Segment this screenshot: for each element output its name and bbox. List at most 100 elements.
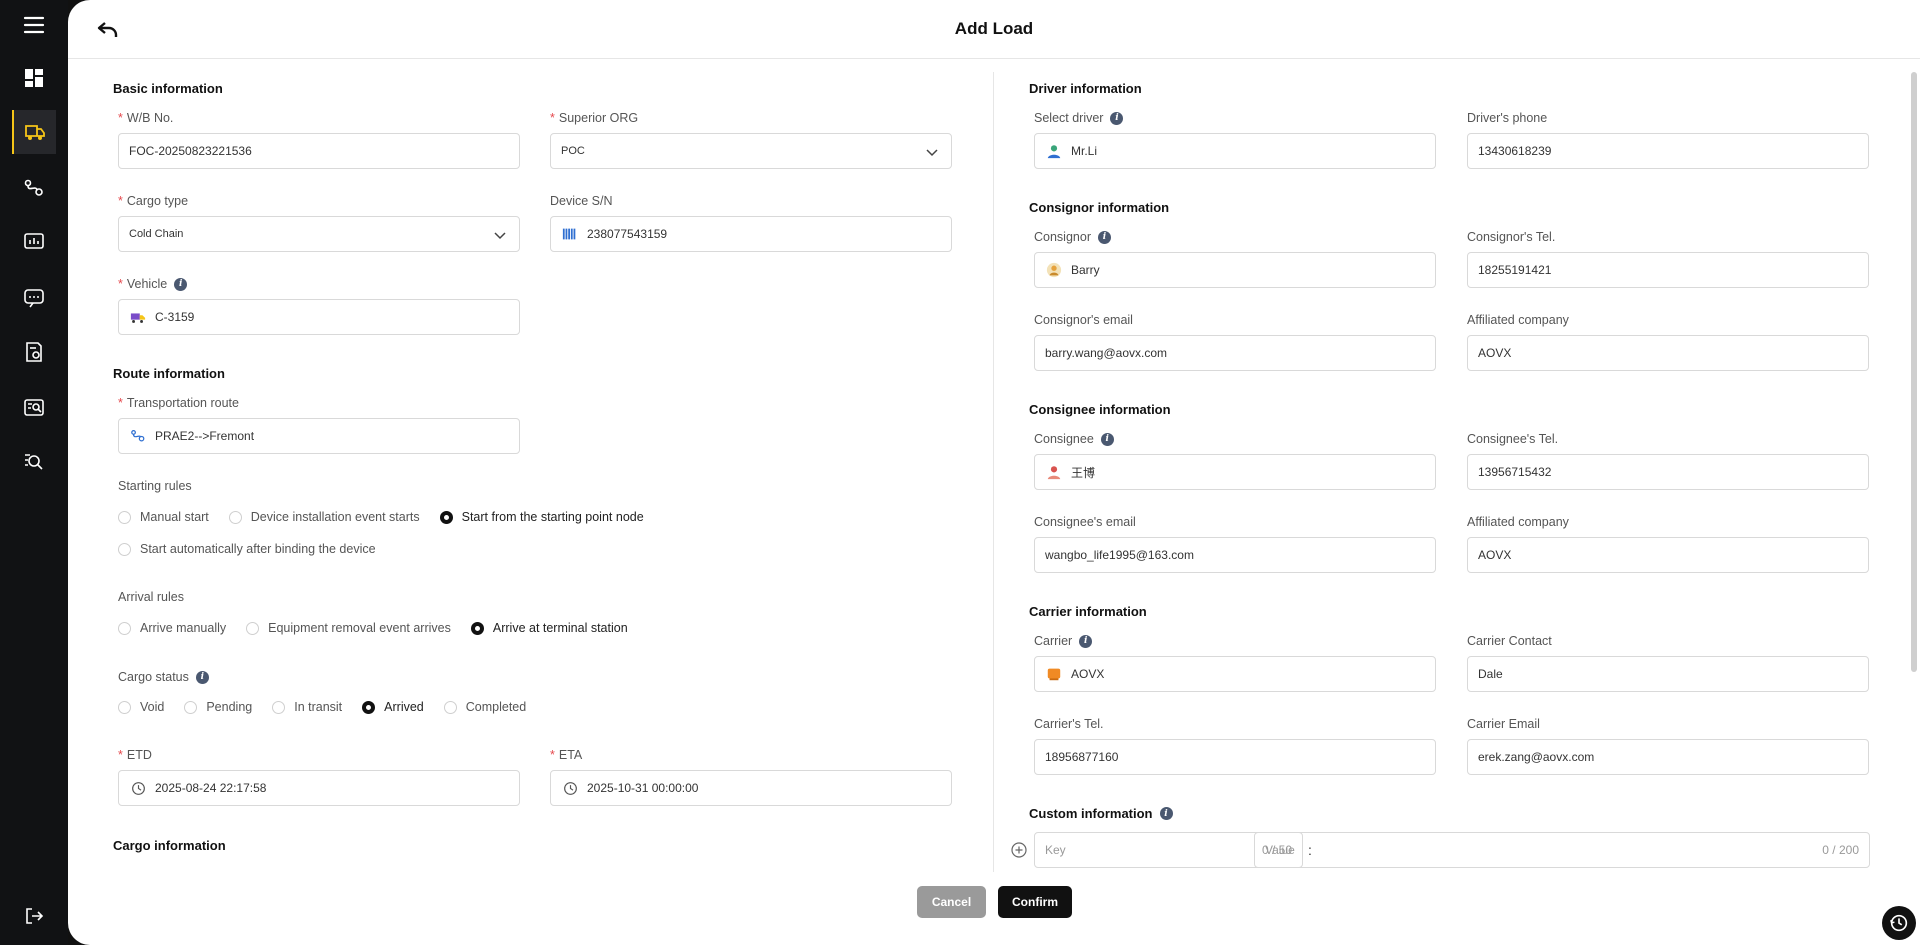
consignor-field[interactable]: Barry — [1034, 252, 1436, 288]
eta-field[interactable]: 2025-10-31 00:00:00 — [550, 770, 952, 806]
superior-org-select[interactable]: POC — [550, 133, 952, 169]
driver-phone-label: Driver's phone — [1467, 111, 1548, 125]
consignee-tel-field[interactable]: 13956715432 — [1467, 454, 1869, 490]
consignee-email-field[interactable]: wangbo_life1995@163.com — [1034, 537, 1436, 573]
carrier-tel-field[interactable]: 18956877160 — [1034, 739, 1436, 775]
route-info-title: Route information — [113, 366, 225, 381]
arrival-rules-group: Arrive manually Equipment removal event … — [118, 621, 648, 635]
select-driver-field[interactable]: Mr.Li — [1034, 133, 1436, 169]
sidebar — [0, 0, 68, 945]
chat-icon[interactable] — [12, 276, 56, 320]
radio-manual-start[interactable]: Manual start — [118, 510, 209, 524]
barcode-icon — [561, 225, 579, 243]
history-icon[interactable] — [1882, 906, 1916, 940]
add-custom-field-icon[interactable] — [1011, 842, 1027, 858]
monitor-icon[interactable] — [12, 220, 56, 264]
chevron-down-icon — [494, 232, 506, 240]
info-icon[interactable]: i — [1110, 111, 1124, 125]
eta-label: * ETA — [550, 748, 583, 762]
carrier-email-label: Carrier Email — [1467, 717, 1540, 731]
info-icon[interactable]: i — [1159, 807, 1173, 820]
truck-load-icon[interactable] — [12, 110, 56, 154]
info-icon[interactable]: i — [1100, 432, 1114, 446]
radio-device-installation[interactable]: Device installation event starts — [228, 510, 420, 524]
page-title: Add Load — [954, 19, 1034, 38]
info-icon[interactable]: i — [1079, 634, 1093, 648]
consignor-label: Consignor i — [1034, 230, 1111, 244]
cargo-type-select[interactable]: Cold Chain — [118, 216, 520, 252]
column-divider — [993, 72, 994, 872]
radio-void[interactable]: Void — [118, 700, 164, 714]
select-driver-label: Select driver i — [1034, 111, 1124, 125]
consignor-info-title: Consignor information — [1029, 200, 1170, 215]
radio-equipment-removal[interactable]: Equipment removal event arrives — [246, 621, 451, 635]
radio-arrive-manually[interactable]: Arrive manually — [118, 621, 226, 635]
starting-rules-group-2: Start automatically after binding the de… — [118, 542, 396, 556]
consignee-field[interactable]: 王博 — [1034, 454, 1436, 490]
radio-start-after-binding[interactable]: Start automatically after binding the de… — [118, 542, 376, 556]
radio-arrived[interactable]: Arrived — [362, 700, 424, 714]
consignor-email-field[interactable]: barry.wang@aovx.com — [1034, 335, 1436, 371]
radio-arrive-terminal[interactable]: Arrive at terminal station — [470, 621, 628, 635]
carrier-icon — [1045, 665, 1063, 683]
basic-info-title: Basic information — [113, 81, 223, 96]
radio-pending[interactable]: Pending — [184, 700, 252, 714]
info-icon[interactable]: i — [174, 277, 188, 291]
cargo-status-group: Void Pending In transit Arrived Complete… — [118, 700, 546, 714]
search-report-icon[interactable] — [12, 440, 56, 484]
consignor-tel-field[interactable]: 18255191421 — [1467, 252, 1869, 288]
org-label: * Superior ORG — [550, 111, 639, 125]
cancel-button[interactable]: Cancel — [917, 886, 986, 918]
carrier-info-title: Carrier information — [1029, 604, 1147, 619]
scrollbar[interactable] — [1911, 72, 1917, 672]
clock-icon — [561, 779, 579, 797]
etd-field[interactable]: 2025-08-24 22:17:58 — [118, 770, 520, 806]
vehicle-icon — [129, 308, 147, 326]
consignor-email-label: Consignor's email — [1034, 313, 1133, 327]
custom-info-title: Custom information i — [1029, 806, 1173, 821]
route-label: * Transportation route — [118, 396, 239, 410]
dashboard-icon[interactable] — [12, 56, 56, 100]
etd-label: * ETD — [118, 748, 152, 762]
consignee-tel-label: Consignee's Tel. — [1467, 432, 1559, 446]
transportation-route-field[interactable]: PRAE2-->Fremont — [118, 418, 520, 454]
device-sn-field[interactable]: 238077543159 — [550, 216, 952, 252]
vehicle-field[interactable]: C-3159 — [118, 299, 520, 335]
consignee-avatar-icon — [1045, 463, 1063, 481]
info-icon[interactable]: i — [1097, 230, 1111, 244]
carrier-contact-field[interactable]: Dale — [1467, 656, 1869, 692]
carrier-field[interactable]: AOVX — [1034, 656, 1436, 692]
arrival-rules-label: Arrival rules — [118, 590, 184, 604]
info-icon[interactable]: i — [195, 670, 209, 684]
driver-info-title: Driver information — [1029, 81, 1142, 96]
radio-start-from-starting-node[interactable]: Start from the starting point node — [439, 510, 644, 524]
consignor-company-label: Affiliated company — [1467, 313, 1569, 327]
consignee-info-title: Consignee information — [1029, 402, 1171, 417]
wb-number-field[interactable]: FOC-20250823221536 — [118, 133, 520, 169]
consignor-avatar-icon — [1045, 261, 1063, 279]
top-bar: Add Load — [68, 0, 1920, 59]
consignor-tel-label: Consignor's Tel. — [1467, 230, 1556, 244]
driver-avatar-icon — [1045, 142, 1063, 160]
report-icon[interactable] — [12, 330, 56, 374]
radio-in-transit[interactable]: In transit — [272, 700, 342, 714]
vehicle-label: * Vehicle i — [118, 277, 188, 291]
route-icon — [129, 427, 147, 445]
custom-value-input[interactable]: Value 0 / 200 — [1254, 832, 1870, 868]
carrier-email-field[interactable]: erek.zang@aovx.com — [1467, 739, 1869, 775]
consignor-company-field[interactable]: AOVX — [1467, 335, 1869, 371]
consignee-company-label: Affiliated company — [1467, 515, 1569, 529]
consignee-email-label: Consignee's email — [1034, 515, 1136, 529]
main-panel: Add Load Basic information * W/B No. FOC-… — [68, 0, 1920, 945]
menu-icon[interactable] — [12, 3, 56, 47]
confirm-button[interactable]: Confirm — [998, 886, 1072, 918]
route-icon[interactable] — [12, 166, 56, 210]
carrier-tel-label: Carrier's Tel. — [1034, 717, 1104, 731]
wb-label: * W/B No. — [118, 111, 174, 125]
driver-phone-field[interactable]: 13430618239 — [1467, 133, 1869, 169]
value-char-count: 0 / 200 — [1822, 843, 1859, 857]
logout-icon[interactable] — [12, 894, 56, 938]
analysis-icon[interactable] — [12, 386, 56, 430]
consignee-company-field[interactable]: AOVX — [1467, 537, 1869, 573]
radio-completed[interactable]: Completed — [443, 700, 526, 714]
